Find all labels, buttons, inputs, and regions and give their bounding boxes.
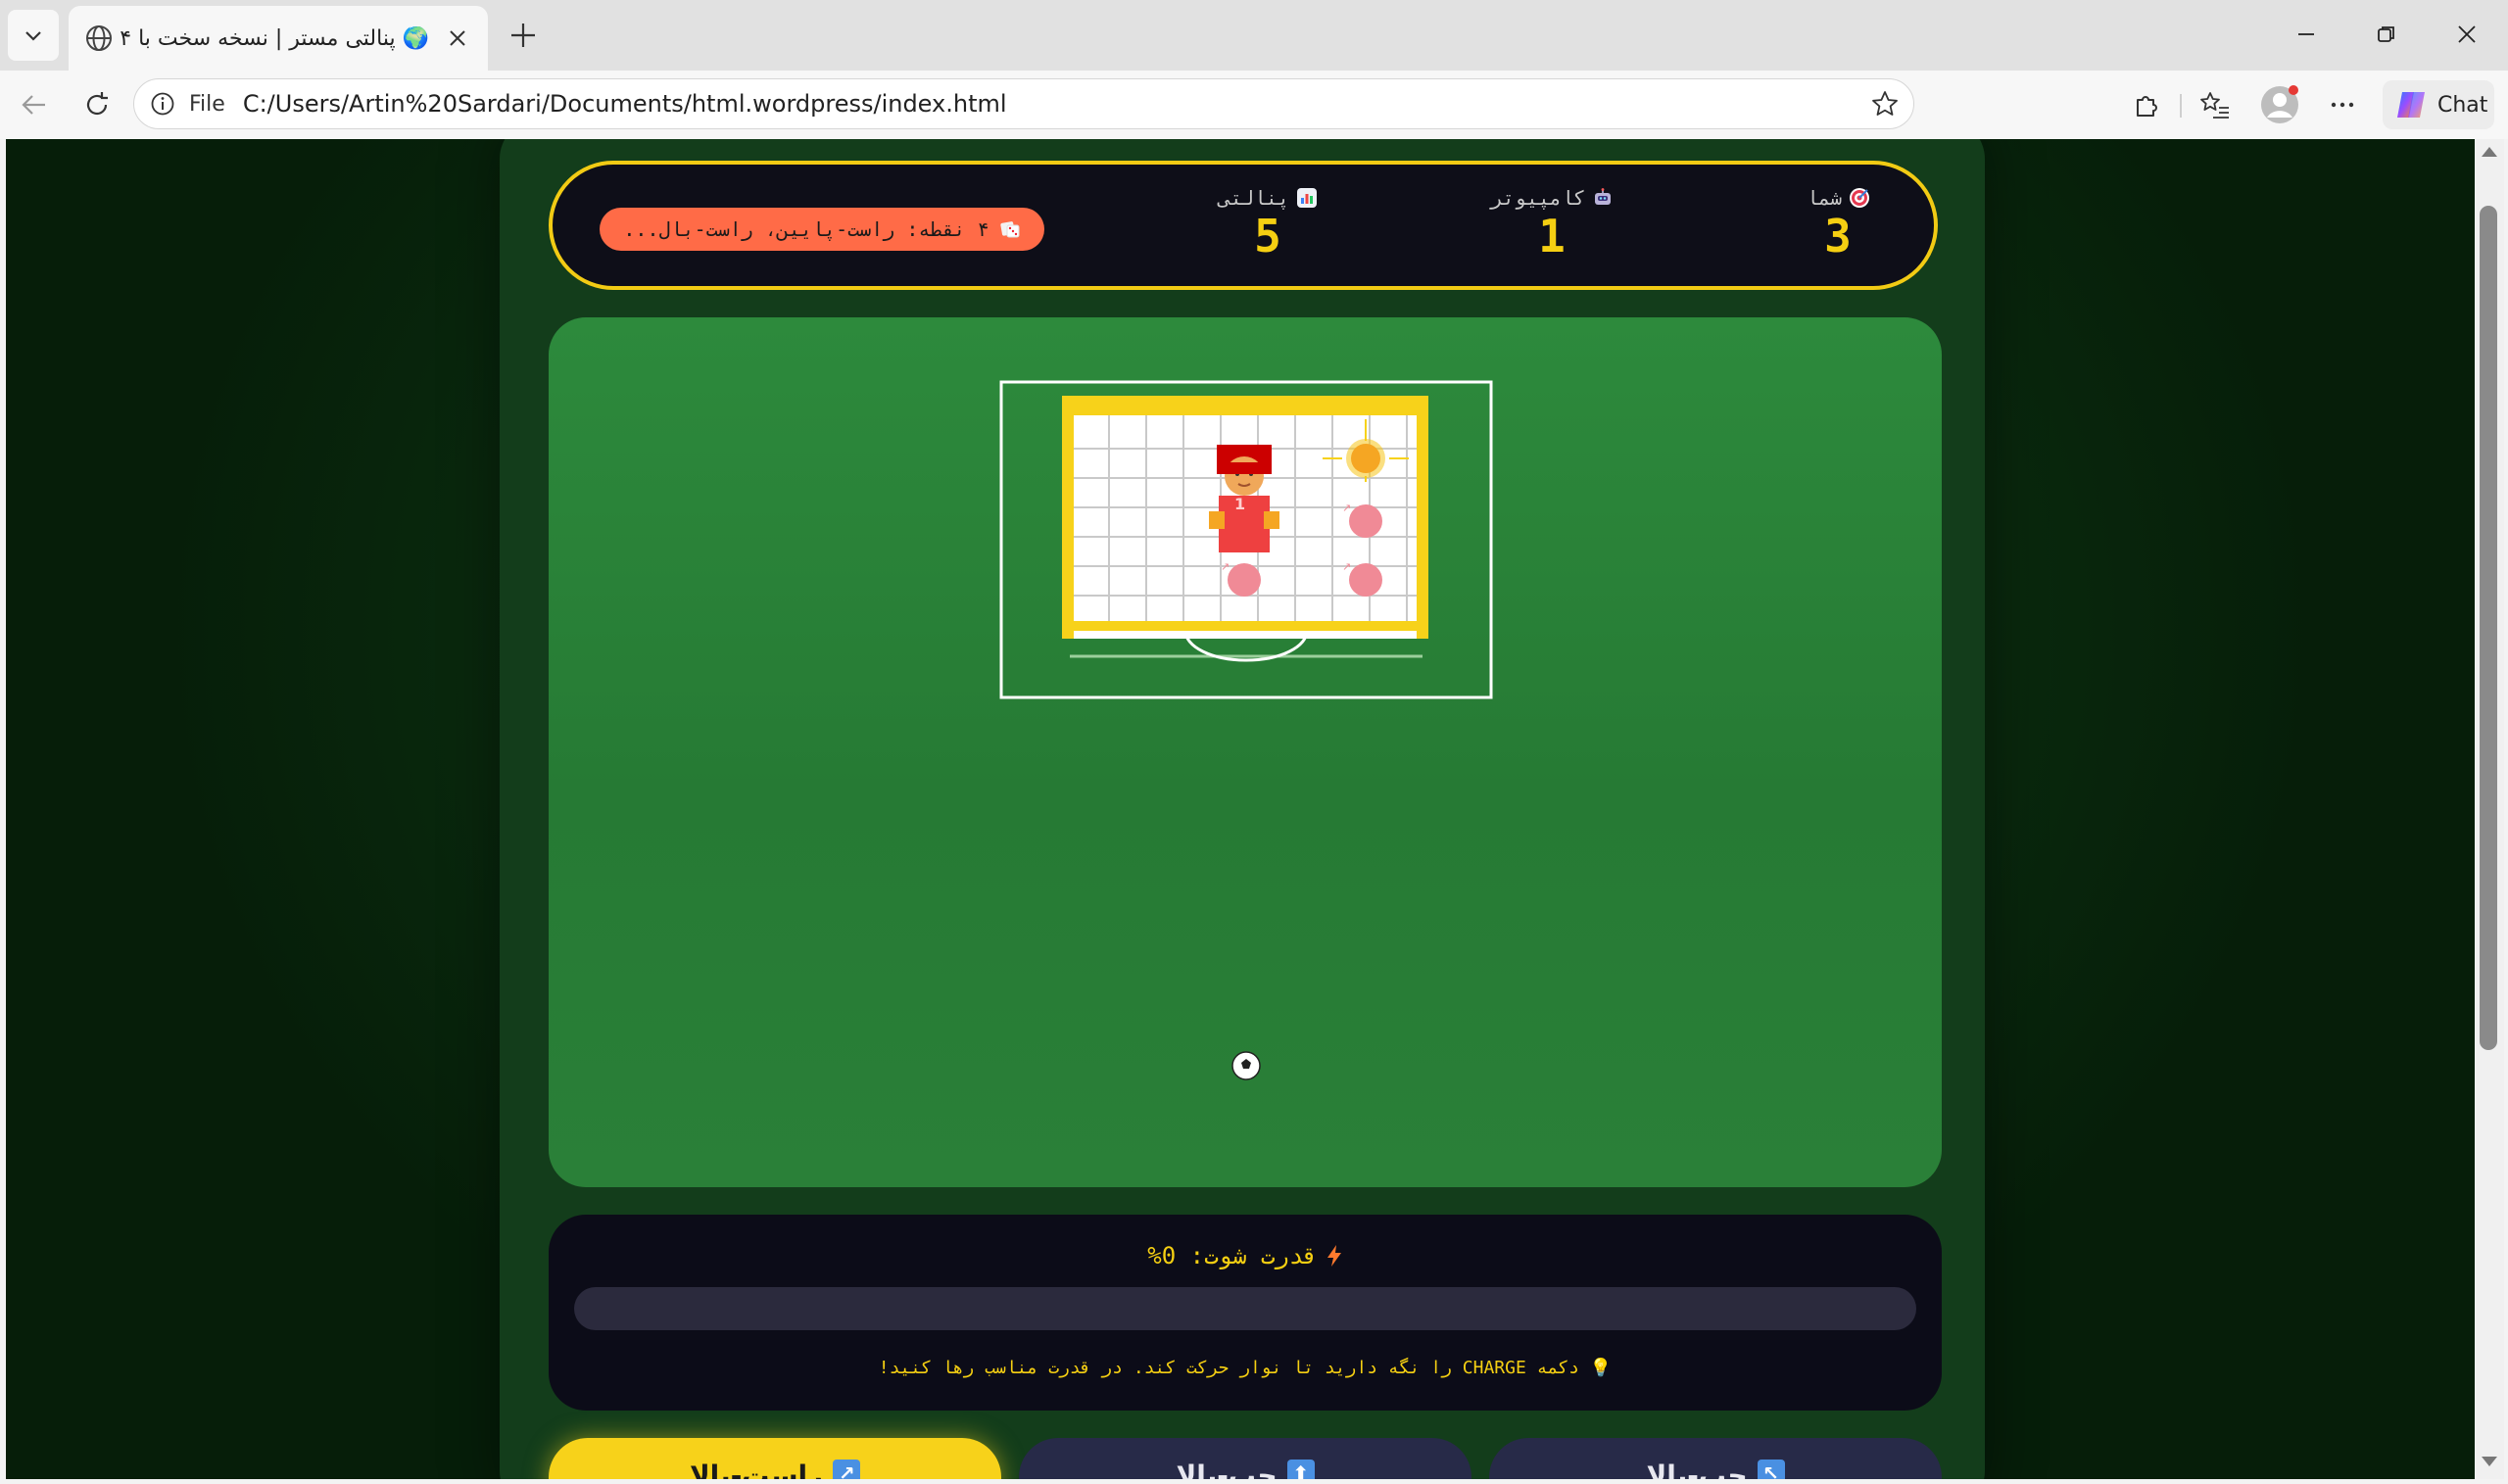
goal-area: 1 ↗ ↗ ↗ [999, 380, 1493, 699]
penalty-count-panel: پنالتی 5 [1180, 186, 1356, 259]
site-info-button[interactable] [140, 81, 185, 126]
toolbar-separator [2180, 94, 2182, 118]
favorite-button[interactable] [1862, 81, 1907, 126]
back-icon [22, 95, 45, 115]
arrow-icon: ↗ [833, 1460, 861, 1479]
minimize-button[interactable] [2277, 12, 2336, 57]
extensions-icon [2137, 96, 2157, 117]
computer-score: 1 [1538, 210, 1566, 263]
mode-text: ۴ نقطه: راست-پایین، راست-بال... [623, 217, 989, 241]
shoot-right-up-button[interactable]: ↗ راست-بالا [549, 1438, 1001, 1479]
scoreboard: شما 3 کامپیوتر 1 پنالتی 5 ۴ نقطه: راست-پ… [549, 161, 1938, 290]
chevron-down-icon [25, 31, 41, 41]
penalty-count: 5 [1254, 210, 1281, 263]
shoot-up-label: چپ-بالا [1176, 1460, 1278, 1479]
more-icon [2331, 102, 2354, 108]
bulb-icon: 💡 [1589, 1358, 1613, 1378]
computer-score-panel: کامپیوتر 1 [1464, 186, 1640, 259]
lightning-icon [1326, 1244, 1343, 1268]
goalkeeper: 1 [1209, 445, 1279, 552]
player-label: شما [1806, 186, 1843, 210]
profile-button[interactable] [2257, 82, 2302, 127]
close-window-button[interactable] [2437, 12, 2496, 57]
address-bar[interactable]: File C:/Users/Artin%20Sardari/Documents/… [133, 78, 1914, 129]
mode-badge: ۴ نقطه: راست-پایین، راست-بال... [600, 208, 1044, 251]
plus-icon [511, 24, 535, 47]
minimize-icon [2298, 33, 2314, 35]
arrow-icon: ↖ [1757, 1460, 1785, 1479]
power-hint-text: دکمه CHARGE را نگه دارید تا نوار حرکت کن… [878, 1358, 1579, 1378]
dice-icon [999, 218, 1021, 240]
back-button[interactable] [12, 82, 57, 127]
arrow-icon: ⬆ [1286, 1460, 1315, 1479]
svg-text:↗: ↗ [1342, 560, 1351, 573]
shoot-left-up-label: چپ-بالا [1646, 1460, 1748, 1479]
url-text[interactable]: C:/Users/Artin%20Sardari/Documents/html.… [243, 90, 1862, 118]
svg-text:↗: ↗ [1342, 502, 1351, 514]
power-title: قدرت شوت: 0% [1147, 1242, 1318, 1269]
tab-bar: 🌍 پنالتی مستر | نسخه سخت با ۴ نقطه [0, 0, 2508, 71]
close-icon [2458, 25, 2476, 43]
chart-icon [1297, 188, 1318, 208]
copilot-icon [2397, 92, 2425, 118]
close-icon [450, 30, 465, 46]
url-scheme-label: File [189, 91, 225, 117]
ball-icon[interactable] [1230, 1050, 1262, 1081]
restore-icon [2378, 26, 2394, 42]
browser-toolbar: File C:/Users/Artin%20Sardari/Documents/… [0, 71, 2508, 139]
page-viewport: شما 3 کامپیوتر 1 پنالتی 5 ۴ نقطه: راست-پ… [6, 139, 2475, 1479]
power-panel: قدرت شوت: 0% 💡 دکمه CHARGE را نگه دارید … [549, 1215, 1942, 1411]
target-icon [1850, 188, 1870, 208]
power-bar [574, 1287, 1916, 1330]
player-score-panel: شما 3 [1750, 186, 1926, 259]
globe-icon [86, 25, 112, 51]
extensions-button[interactable] [2124, 82, 2169, 127]
new-tab-button[interactable] [502, 14, 545, 57]
shoot-right-up-label: راست-بالا [689, 1460, 824, 1479]
restore-button[interactable] [2357, 12, 2416, 57]
svg-text:↗: ↗ [1221, 560, 1230, 573]
penalty-label: پنالتی [1218, 186, 1290, 210]
tab-close-button[interactable] [441, 22, 474, 55]
more-button[interactable] [2320, 82, 2365, 127]
reload-button[interactable] [74, 82, 120, 127]
player-score: 3 [1824, 210, 1852, 263]
reload-icon [86, 92, 108, 116]
favorites-icon [2200, 92, 2229, 119]
star-icon [1872, 91, 1898, 116]
scroll-down-arrow[interactable] [2482, 1457, 2497, 1466]
power-hint: 💡 دکمه CHARGE را نگه دارید تا نوار حرکت … [549, 1358, 1942, 1378]
scrollbar-thumb[interactable] [2480, 206, 2497, 1050]
copilot-chat-button[interactable]: Chat [2383, 80, 2494, 129]
keeper-number: 1 [1234, 495, 1245, 513]
profile-icon [2261, 85, 2298, 123]
computer-label: کامپیوتر [1490, 186, 1586, 210]
browser-tab[interactable]: 🌍 پنالتی مستر | نسخه سخت با ۴ نقطه [69, 6, 488, 71]
tab-list-button[interactable] [8, 10, 59, 61]
game-field[interactable]: 1 ↗ ↗ ↗ [549, 317, 1942, 1187]
shoot-up-button[interactable]: ⬆ چپ-بالا [1019, 1438, 1471, 1479]
tab-title: 🌍 پنالتی مستر | نسخه سخت با ۴ نقطه [114, 25, 429, 51]
robot-icon [1593, 188, 1613, 208]
shoot-left-up-button[interactable]: ↖ چپ-بالا [1489, 1438, 1942, 1479]
info-icon [151, 92, 174, 116]
chat-label: Chat [2437, 92, 2488, 118]
game-container: شما 3 کامپیوتر 1 پنالتی 5 ۴ نقطه: راست-پ… [500, 139, 1985, 1479]
scroll-up-arrow[interactable] [2482, 147, 2497, 157]
favorites-button[interactable] [2193, 82, 2238, 127]
